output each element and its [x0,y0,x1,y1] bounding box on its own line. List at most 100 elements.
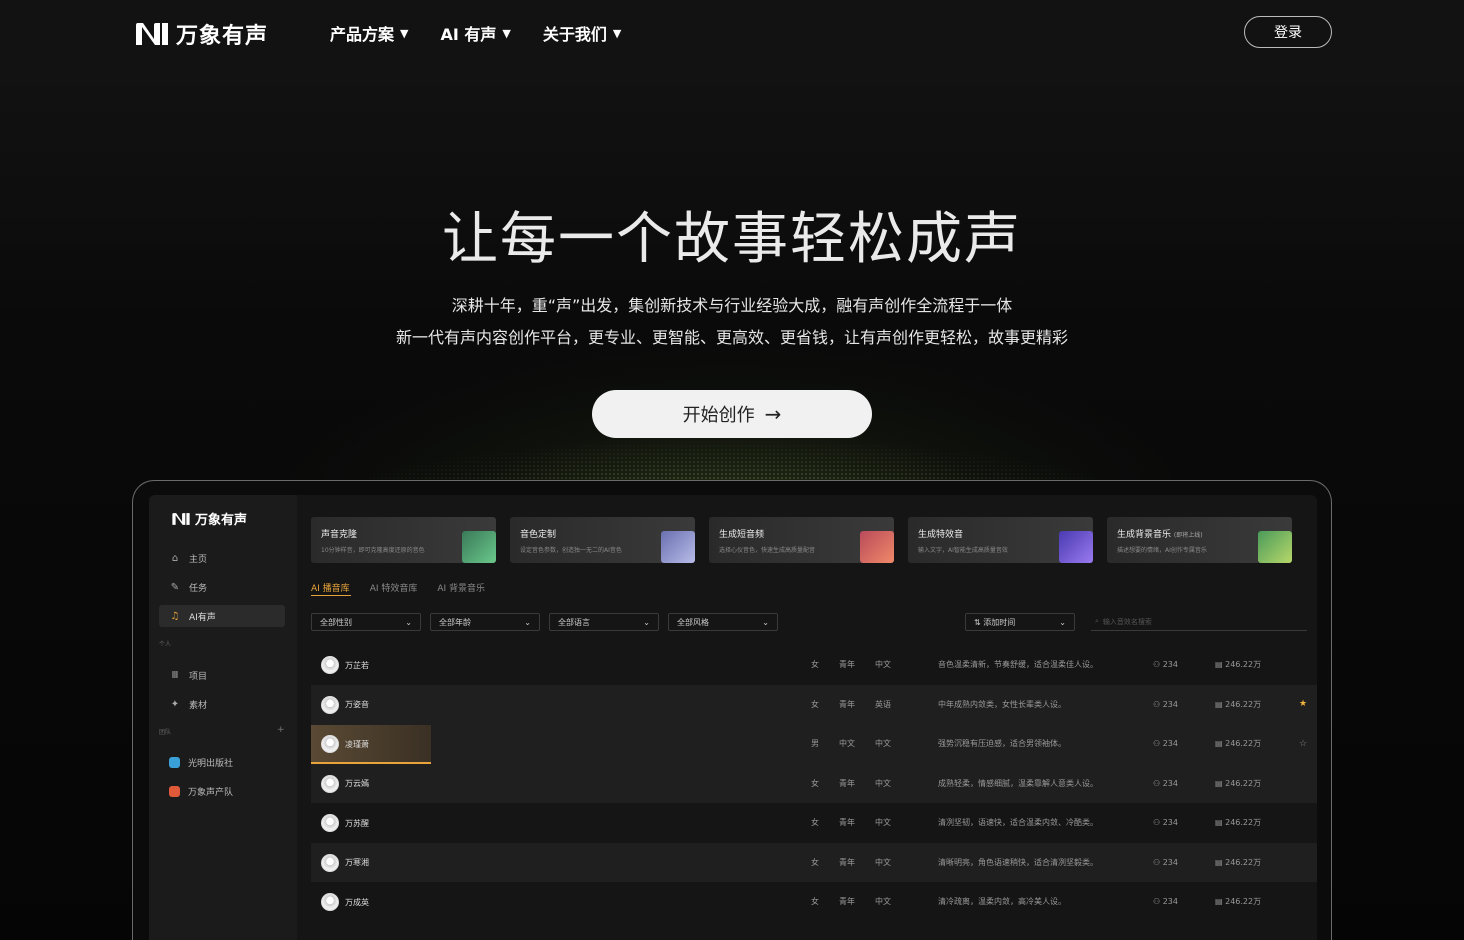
table-row[interactable]: 万云嫣 女 青年 中文 成熟轻柔，情感细腻，温柔靠解人意类人设。 ⚇ 234 ▤ 246.2… [311,763,1317,803]
nav-products[interactable]: 产品方案 ▼ [330,21,408,45]
tab-ai-effects-library[interactable]: AI 特效音库 [370,581,418,594]
voice-name-cell: 万姿音 [311,686,431,724]
microphone-icon [661,531,695,563]
table-row[interactable]: 万寒湘 女 青年 中文 清晰明亮，角色语速稍快，适合清冽坚毅类。 ⚇ 234 ▤ 246.2… [311,842,1317,882]
user-icon: ⚇ [1153,778,1161,788]
add-team-icon[interactable]: + [277,725,285,735]
voice-gender: 女 [811,897,819,907]
age-select[interactable]: 全部年龄 ⌄ [430,613,540,631]
language-select[interactable]: 全部语言 ⌄ [549,613,659,631]
chevron-down-icon: ⌄ [643,617,650,627]
table-row[interactable]: 凌瑾萧 男 中文 中文 强势沉稳有压迫感，适合男领袖体。 ⚇ 234 ▤ 246.22万 ☆ [311,724,1317,764]
voice-likes: ⚇ 234 [1153,739,1178,749]
waveform-icon [462,531,496,563]
plays-icon: ▤ [1215,857,1223,867]
active-tab-indicator [311,595,351,596]
sidebar-item-assets[interactable]: ✦ 素材 [159,693,285,715]
voice-plays: ▤ 246.22万 [1215,699,1262,709]
table-row[interactable]: 万苏醒 女 青年 中文 清冽坚韧，语速快，适合温柔内敛、冷酷类。 ⚇ 234 ▤ 246.2… [311,803,1317,843]
headphones-icon [860,531,894,563]
voice-name: 万芷若 [345,660,369,670]
voice-description: 中年成熟内敛类，女性长辈类人设。 [938,699,1066,709]
card-short-audio[interactable]: 生成短音频 选择心仪音色，快速生成高质量配音 [709,517,894,563]
voice-gender: 女 [811,857,819,867]
avatar [321,893,339,911]
voice-name: 万寒湘 [345,858,369,867]
card-voice-custom[interactable]: 音色定制 设定音色参数，创造独一无二的AI音色 [510,517,695,563]
voice-age: 青年 [839,778,855,788]
voice-name-cell: 万苏醒 [311,804,431,842]
nav-ai-audio-label: AI 有声 [440,25,497,44]
voice-likes: ⚇ 234 [1153,778,1178,788]
voice-language: 中文 [875,739,891,749]
top-navbar: 万象有声 产品方案 ▼ AI 有声 ▼ 关于我们 ▼ 登录 [0,0,1464,66]
table-row[interactable]: 万芷若 女 青年 中文 音色温柔清新，节奏舒缓，适合温柔佳人设。 ⚇ 234 ▤ 246.2… [311,645,1317,685]
voice-age: 青年 [839,699,855,709]
favorite-star-icon[interactable]: ★ [1299,685,1307,725]
sort-select[interactable]: ⇅ 添加时间 ⌄ [965,613,1075,631]
voice-age: 青年 [839,857,855,867]
tab-ai-voice-library[interactable]: AI 播音库 [311,581,350,594]
sidebar-group-personal: 个人 [159,641,172,648]
favorite-star-icon[interactable]: ☆ [1299,724,1307,764]
voice-name: 万云嫣 [345,779,369,788]
main-nav: 产品方案 ▼ AI 有声 ▼ 关于我们 ▼ [330,21,621,45]
sidebar-item-home[interactable]: ⌂ 主页 [159,547,285,569]
hero-title: 让每一个故事轻松成声 [442,207,1022,272]
voice-plays: ▤ 246.22万 [1215,660,1262,670]
sidebar-item-label: 项目 [189,671,208,682]
sidebar-item-projects[interactable]: Ⅲ 项目 [159,664,285,686]
sidebar-item-tasks[interactable]: ✎ 任务 [159,576,285,598]
sidebar-item-team-1[interactable]: 光明出版社 [159,751,285,773]
avatar [321,656,339,674]
chevron-down-icon: ▼ [400,26,409,40]
feature-cards: 声音克隆 10分钟样音，即可克隆高度还原的音色 音色定制 设定音色参数，创造独一… [311,517,1292,563]
avatar [321,774,339,793]
sidebar-item-team-2[interactable]: 万象声产队 [159,780,285,802]
voice-description: 清晰明亮，角色语速稍快，适合清冽坚毅类。 [938,857,1098,867]
tab-ai-bg-music[interactable]: AI 背景音乐 [437,581,485,594]
plays-icon: ▤ [1215,818,1223,828]
logo-mark-icon [172,512,190,525]
search-input[interactable]: ⌕ 输入音效名搜索 [1091,613,1307,631]
card-voice-clone[interactable]: 声音克隆 10分钟样音，即可克隆高度还原的音色 [311,517,496,563]
table-row[interactable]: 万成英 女 青年 中文 清冷疏离，温柔内敛，高冷美人设。 ⚇ 234 ▤ 246.22万 [311,882,1317,922]
app-logo: 万象有声 [171,509,247,528]
card-bg-music[interactable]: 生成背景音乐 (即将上线) 描述想要的情绪，AI创作专属音乐 [1107,517,1292,563]
sidebar-item-label: 万象声产队 [188,787,234,798]
start-creating-button[interactable]: 开始创作 → [592,390,872,438]
nav-ai-audio[interactable]: AI 有声 ▼ [440,21,510,45]
team-avatar-icon [169,756,180,768]
voice-name-cell: 凌瑾萧 [311,725,431,763]
sidebar-item-ai-audio[interactable]: ♫ AI有声 [159,605,285,627]
voice-gender: 女 [811,778,819,788]
card-sound-effect[interactable]: 生成特效音 输入文字，AI智能生成高质量音效 [908,517,1093,563]
voice-likes: ⚇ 234 [1153,857,1178,867]
login-button[interactable]: 登录 [1244,16,1332,48]
voice-likes: ⚇ 234 [1153,660,1178,670]
table-row[interactable]: 万姿音 女 青年 英语 中年成熟内敛类，女性长辈类人设。 ⚇ 234 ▤ 246.22万 ★ [311,684,1317,725]
gender-select[interactable]: 全部性别 ⌄ [311,613,421,631]
assets-icon: ✦ [170,698,180,710]
nav-products-label: 产品方案 [330,25,395,44]
voice-description: 清冷疏离，温柔内敛，高冷美人设。 [938,897,1066,907]
avatar [321,695,339,714]
voice-language: 中文 [875,778,891,788]
brand-logo[interactable]: 万象有声 [134,18,268,50]
chevron-down-icon: ⌄ [762,617,769,627]
voice-plays: ▤ 246.22万 [1215,818,1262,828]
nav-about[interactable]: 关于我们 ▼ [543,21,621,45]
voice-name-cell: 万寒湘 [311,844,431,882]
voice-language: 中文 [875,660,891,670]
voice-language: 英语 [875,699,891,709]
logo-mark-icon [136,23,168,45]
user-icon: ⚇ [1153,660,1161,670]
plays-icon: ▤ [1215,778,1223,788]
voice-gender: 女 [811,660,819,670]
style-select[interactable]: 全部风格 ⌄ [668,613,778,631]
tasks-icon: ✎ [170,581,180,593]
user-icon: ⚇ [1153,699,1161,709]
voice-gender: 女 [811,699,819,709]
voice-likes: ⚇ 234 [1153,818,1178,828]
voice-likes: ⚇ 234 [1153,699,1178,709]
